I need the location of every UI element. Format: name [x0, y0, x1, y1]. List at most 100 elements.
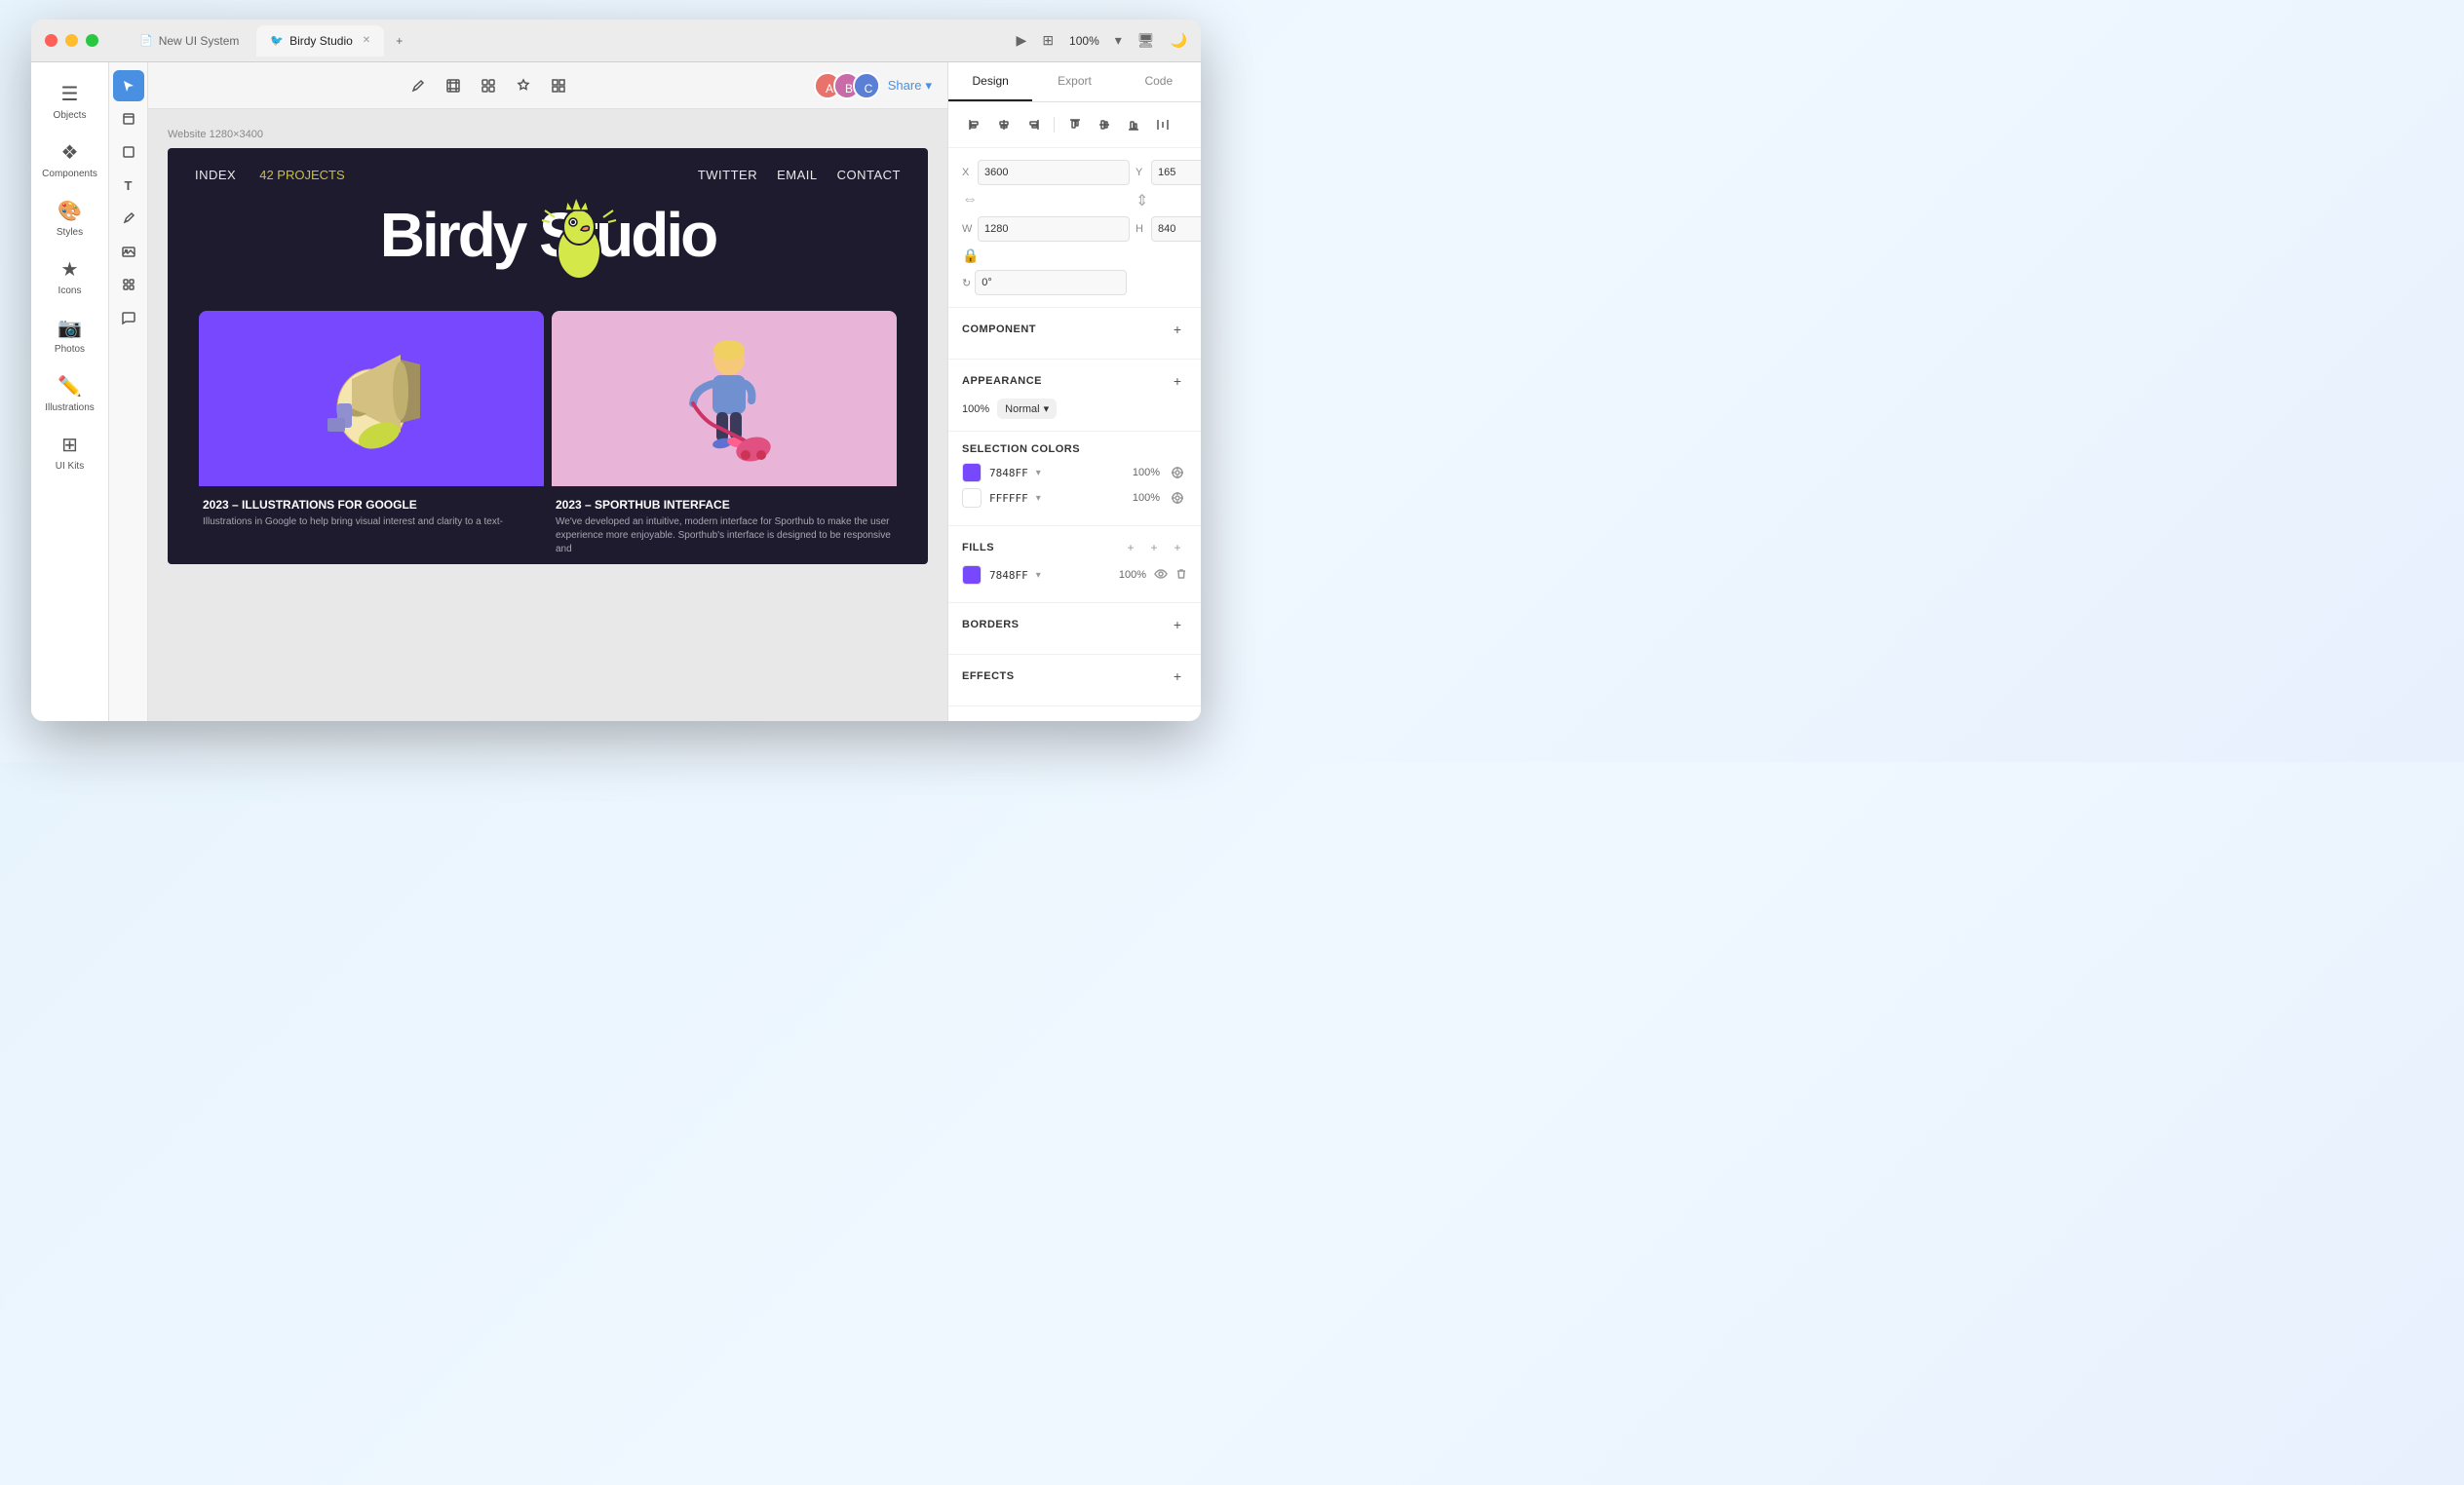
borders-add-btn[interactable]: + — [1168, 615, 1187, 634]
dark-mode-icon[interactable]: 🌙 — [1171, 32, 1187, 49]
sidebar-item-icons[interactable]: ★ Icons — [37, 249, 103, 304]
nav-twitter[interactable]: TWITTER — [698, 168, 757, 182]
distribute-btn[interactable] — [1150, 112, 1175, 137]
component-tool-btn[interactable] — [473, 70, 504, 101]
sidebar-item-photos[interactable]: 📷 Photos — [37, 308, 103, 362]
flip-v-icon[interactable]: ⇕ — [1136, 191, 1201, 210]
selection-target-purple-btn[interactable] — [1168, 463, 1187, 482]
fill-delete-btn[interactable] — [1175, 568, 1187, 583]
sidebar-item-components[interactable]: ❖ Components — [37, 133, 103, 187]
selection-opacity-white[interactable]: 100% — [1133, 492, 1160, 504]
prototyping-add-btn[interactable]: + — [1168, 718, 1187, 721]
fills-add-btn-1[interactable]: + — [1121, 538, 1140, 557]
tool-pen[interactable] — [113, 203, 144, 234]
tab-new-ui-system[interactable]: 📄 New UI System — [126, 25, 252, 57]
selection-target-white-btn[interactable] — [1168, 488, 1187, 508]
sidebar-item-illustrations[interactable]: ✏️ Illustrations — [37, 366, 103, 421]
align-top-btn[interactable] — [1062, 112, 1088, 137]
nav-index[interactable]: INDEX — [195, 168, 236, 182]
fills-add-btn-2[interactable]: + — [1144, 538, 1164, 557]
y-input[interactable] — [1151, 160, 1201, 185]
lock-icon[interactable]: 🔒 — [962, 248, 1130, 264]
bird-mascot-icon — [540, 193, 618, 300]
tab-design[interactable]: Design — [948, 62, 1032, 101]
tab-close-icon[interactable]: ✕ — [363, 35, 370, 46]
nav-projects[interactable]: 42 PROJECTS — [259, 168, 344, 182]
selection-opacity-purple[interactable]: 100% — [1133, 467, 1160, 478]
w-input[interactable] — [978, 216, 1130, 242]
h-input[interactable] — [1151, 216, 1201, 242]
fills-add-btn-3[interactable]: + — [1168, 538, 1187, 557]
appearance-add-btn[interactable]: + — [1168, 371, 1187, 391]
selection-white-chevron[interactable]: ▾ — [1036, 493, 1041, 504]
fill-visibility-btn[interactable] — [1154, 567, 1168, 584]
tab-export[interactable]: Export — [1032, 62, 1116, 101]
effects-add-btn[interactable]: + — [1168, 666, 1187, 686]
fill-chevron-icon[interactable]: ▾ — [1036, 570, 1041, 581]
zoom-chevron-icon[interactable]: ▾ — [1115, 32, 1122, 49]
panel-align-section — [948, 102, 1201, 148]
sidebar-item-objects[interactable]: ☰ Objects — [37, 74, 103, 129]
tool-image[interactable] — [113, 236, 144, 267]
grid-icon[interactable]: ⊞ — [1042, 32, 1054, 49]
nav-email[interactable]: EMAIL — [777, 168, 818, 182]
sidebar-item-ui-kits[interactable]: ⊞ UI Kits — [37, 425, 103, 479]
w-coord-group: W — [962, 216, 1130, 242]
align-left-btn[interactable] — [962, 112, 987, 137]
coordinates-row-1: X Y ⇔ ⇕ — [962, 160, 1187, 210]
selection-hex-white[interactable]: FFFFFF — [989, 492, 1028, 505]
zoom-level[interactable]: 100% — [1069, 34, 1099, 48]
tool-text[interactable]: T — [113, 170, 144, 201]
site-nav: INDEX 42 PROJECTS TWITTER EMAIL CONTACT — [168, 148, 928, 198]
sidebar-item-styles[interactable]: 🎨 Styles — [37, 191, 103, 246]
selection-swatch-purple[interactable] — [962, 463, 982, 482]
component-add-btn[interactable]: + — [1168, 320, 1187, 339]
selection-purple-chevron[interactable]: ▾ — [1036, 468, 1041, 478]
flip-h-icon[interactable]: ⇔ — [962, 191, 1130, 210]
right-panel: Design Export Code — [947, 62, 1201, 721]
objects-label: Objects — [54, 110, 87, 121]
mask-tool-btn[interactable] — [508, 70, 539, 101]
tool-frame[interactable] — [113, 103, 144, 134]
play-icon[interactable]: ▶ — [1017, 32, 1027, 49]
align-right-btn[interactable] — [1020, 112, 1046, 137]
opacity-value[interactable]: 100% — [962, 403, 989, 415]
site-nav-right: TWITTER EMAIL CONTACT — [698, 168, 901, 182]
selection-colors-header: SELECTION COLORS — [962, 443, 1187, 455]
grid-tool-btn[interactable] — [543, 70, 574, 101]
canvas-toolbar: A B C Share ▾ — [148, 62, 947, 109]
project-title-sporthub: 2023 – SPORTHUB INTERFACE — [556, 498, 893, 512]
pencil-tool-btn[interactable] — [403, 70, 434, 101]
selection-hex-purple[interactable]: 7848FF — [989, 467, 1028, 479]
align-center-h-btn[interactable] — [991, 112, 1017, 137]
tool-rect[interactable] — [113, 136, 144, 168]
x-input[interactable] — [978, 160, 1130, 185]
tab-add-button[interactable]: + — [388, 25, 410, 57]
rotation-input[interactable] — [975, 270, 1127, 295]
close-button[interactable] — [45, 34, 58, 47]
minimize-button[interactable] — [65, 34, 78, 47]
selection-swatch-white[interactable] — [962, 488, 982, 508]
h-coord-group: H — [1136, 216, 1201, 242]
frame-tool-btn[interactable] — [438, 70, 469, 101]
align-bottom-btn[interactable] — [1121, 112, 1146, 137]
fill-opacity[interactable]: 100% — [1119, 569, 1146, 581]
tab-code[interactable]: Code — [1117, 62, 1201, 101]
tool-component[interactable] — [113, 269, 144, 300]
align-center-v-btn[interactable] — [1092, 112, 1117, 137]
photos-icon: 📷 — [58, 316, 82, 340]
fill-hex[interactable]: 7848FF — [989, 569, 1028, 582]
fill-swatch[interactable] — [962, 565, 982, 585]
blend-mode-select[interactable]: Normal ▾ — [997, 399, 1057, 419]
megaphone-illustration — [313, 330, 430, 467]
maximize-button[interactable] — [86, 34, 98, 47]
nav-contact[interactable]: CONTACT — [837, 168, 901, 182]
monitor-icon[interactable]: 🖥 — [1137, 32, 1155, 49]
canvas-content[interactable]: Website 1280×3400 INDEX 42 PROJECTS TWIT… — [148, 109, 947, 721]
share-button[interactable]: Share ▾ — [888, 78, 932, 94]
tool-select[interactable] — [113, 70, 144, 101]
tab-birdy-studio[interactable]: 🐦 Birdy Studio ✕ — [256, 25, 384, 57]
panel-tabs: Design Export Code — [948, 62, 1201, 102]
tool-comment[interactable] — [113, 302, 144, 333]
left-sidebar: ☰ Objects ❖ Components 🎨 Styles ★ Icons … — [31, 62, 109, 721]
